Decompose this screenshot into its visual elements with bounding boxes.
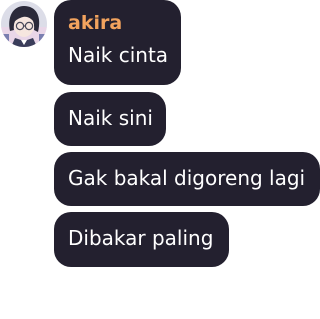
avatar[interactable] [1,1,47,47]
message-bubble[interactable]: Naik sini [54,92,166,146]
message-text: Dibakar paling [68,226,214,250]
chat-message-group: akira Naik cinta Naik sini Gak bakal dig… [0,0,320,319]
avatar-image [1,1,47,47]
username[interactable]: akira [68,12,122,34]
message-bubble[interactable]: Dibakar paling [54,212,229,267]
message-text: Naik sini [68,106,153,130]
message-bubble[interactable]: akira Naik cinta [54,0,181,85]
message-bubble[interactable]: Gak bakal digoreng lagi [54,152,320,206]
message-text: Gak bakal digoreng lagi [68,166,306,190]
message-text: Naik cinta [68,43,169,67]
